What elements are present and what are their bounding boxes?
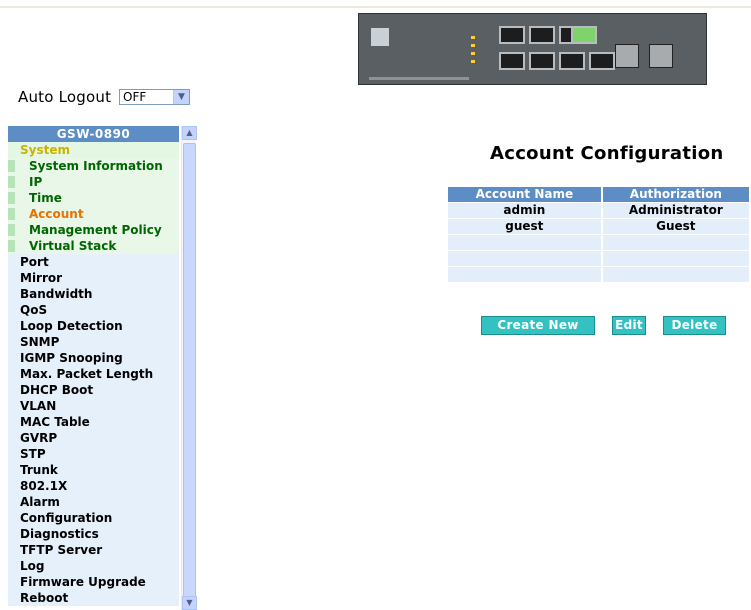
switch-front-panel-image [358, 13, 707, 85]
table-header-row: Account Name Authorization [448, 187, 749, 202]
authorization-cell: Guest [602, 219, 749, 234]
sidebar-item-mac-table[interactable]: MAC Table [8, 414, 179, 430]
sidebar-item-management-policy[interactable]: Management Policy [8, 222, 179, 238]
sidebar-item-loop-detection[interactable]: Loop Detection [8, 318, 179, 334]
account-name-cell: admin [448, 203, 601, 218]
authorization-cell [602, 235, 749, 250]
port-icon [529, 26, 555, 44]
sidebar-item-bandwidth[interactable]: Bandwidth [8, 286, 179, 302]
sfp-slot-icon [649, 44, 673, 68]
port-icon [559, 52, 585, 70]
device-label-strip [369, 77, 469, 80]
sidebar-item-dhcp-boot[interactable]: DHCP Boot [8, 382, 179, 398]
table-row[interactable]: admin Administrator [448, 203, 749, 218]
sidebar-item-trunk[interactable]: Trunk [8, 462, 179, 478]
sidebar-item-mirror[interactable]: Mirror [8, 270, 179, 286]
column-header-authorization: Authorization [602, 187, 749, 202]
sidebar-item-account[interactable]: Account [8, 206, 179, 222]
table-row[interactable] [448, 251, 749, 266]
sidebar-item-802-1x[interactable]: 802.1X [8, 478, 179, 494]
port-icon [499, 26, 525, 44]
account-name-cell [448, 251, 601, 266]
scrollbar-thumb[interactable] [183, 143, 196, 598]
sidebar-item-ip[interactable]: IP [8, 174, 179, 190]
edit-button[interactable]: Edit [612, 316, 646, 335]
port-icon [499, 52, 525, 70]
sidebar: GSW-0890 System System Information IP Time A… [8, 126, 197, 610]
auto-logout-label: Auto Logout [18, 88, 112, 106]
account-name-cell: guest [448, 219, 601, 234]
sidebar-item-max-packet-length[interactable]: Max. Packet Length [8, 366, 179, 382]
sidebar-item-virtual-stack[interactable]: Virtual Stack [8, 238, 179, 254]
chevron-down-icon[interactable]: ▼ [173, 90, 189, 104]
sidebar-scrollbar[interactable]: ▲ ▼ [181, 126, 197, 610]
sidebar-item-system-information[interactable]: System Information [8, 158, 179, 174]
sidebar-item-time[interactable]: Time [8, 190, 179, 206]
sidebar-item-diagnostics[interactable]: Diagnostics [8, 526, 179, 542]
sidebar-item-snmp[interactable]: SNMP [8, 334, 179, 350]
sidebar-item-qos[interactable]: QoS [8, 302, 179, 318]
account-name-cell [448, 267, 601, 282]
port-icon [529, 52, 555, 70]
port-icon [589, 52, 615, 70]
sidebar-menu: GSW-0890 System System Information IP Time A… [8, 126, 179, 606]
port-icon [571, 26, 597, 44]
scroll-up-arrow-icon[interactable]: ▲ [182, 126, 197, 140]
delete-button[interactable]: Delete [663, 316, 726, 335]
table-row[interactable] [448, 267, 749, 282]
sidebar-item-alarm[interactable]: Alarm [8, 494, 179, 510]
create-new-button[interactable]: Create New [481, 316, 595, 335]
account-name-cell [448, 235, 601, 250]
auto-logout-select[interactable]: OFF ▼ [119, 89, 190, 105]
sidebar-item-port[interactable]: Port [8, 254, 179, 270]
auto-logout-value: OFF [123, 90, 147, 104]
brand-logo-icon [371, 28, 389, 46]
sidebar-item-firmware-upgrade[interactable]: Firmware Upgrade [8, 574, 179, 590]
sidebar-item-system[interactable]: System [8, 142, 179, 158]
authorization-cell [602, 267, 749, 282]
authorization-cell: Administrator [602, 203, 749, 218]
status-leds [471, 36, 475, 68]
sidebar-item-reboot[interactable]: Reboot [8, 590, 179, 606]
top-divider [0, 6, 751, 8]
table-row[interactable]: guest Guest [448, 219, 749, 234]
sidebar-item-vlan[interactable]: VLAN [8, 398, 179, 414]
authorization-cell [602, 251, 749, 266]
sidebar-item-gvrp[interactable]: GVRP [8, 430, 179, 446]
table-row[interactable] [448, 235, 749, 250]
sidebar-item-igmp-snooping[interactable]: IGMP Snooping [8, 350, 179, 366]
sidebar-item-configuration[interactable]: Configuration [8, 510, 179, 526]
sidebar-item-tftp-server[interactable]: TFTP Server [8, 542, 179, 558]
column-header-account-name: Account Name [448, 187, 601, 202]
scroll-down-arrow-icon[interactable]: ▼ [182, 596, 197, 610]
sidebar-header: GSW-0890 [8, 126, 179, 142]
account-table: Account Name Authorization admin Administ… [446, 186, 751, 283]
sidebar-item-log[interactable]: Log [8, 558, 179, 574]
sidebar-item-stp[interactable]: STP [8, 446, 179, 462]
sfp-slot-icon [615, 44, 639, 68]
page-title: Account Configuration [490, 143, 724, 164]
